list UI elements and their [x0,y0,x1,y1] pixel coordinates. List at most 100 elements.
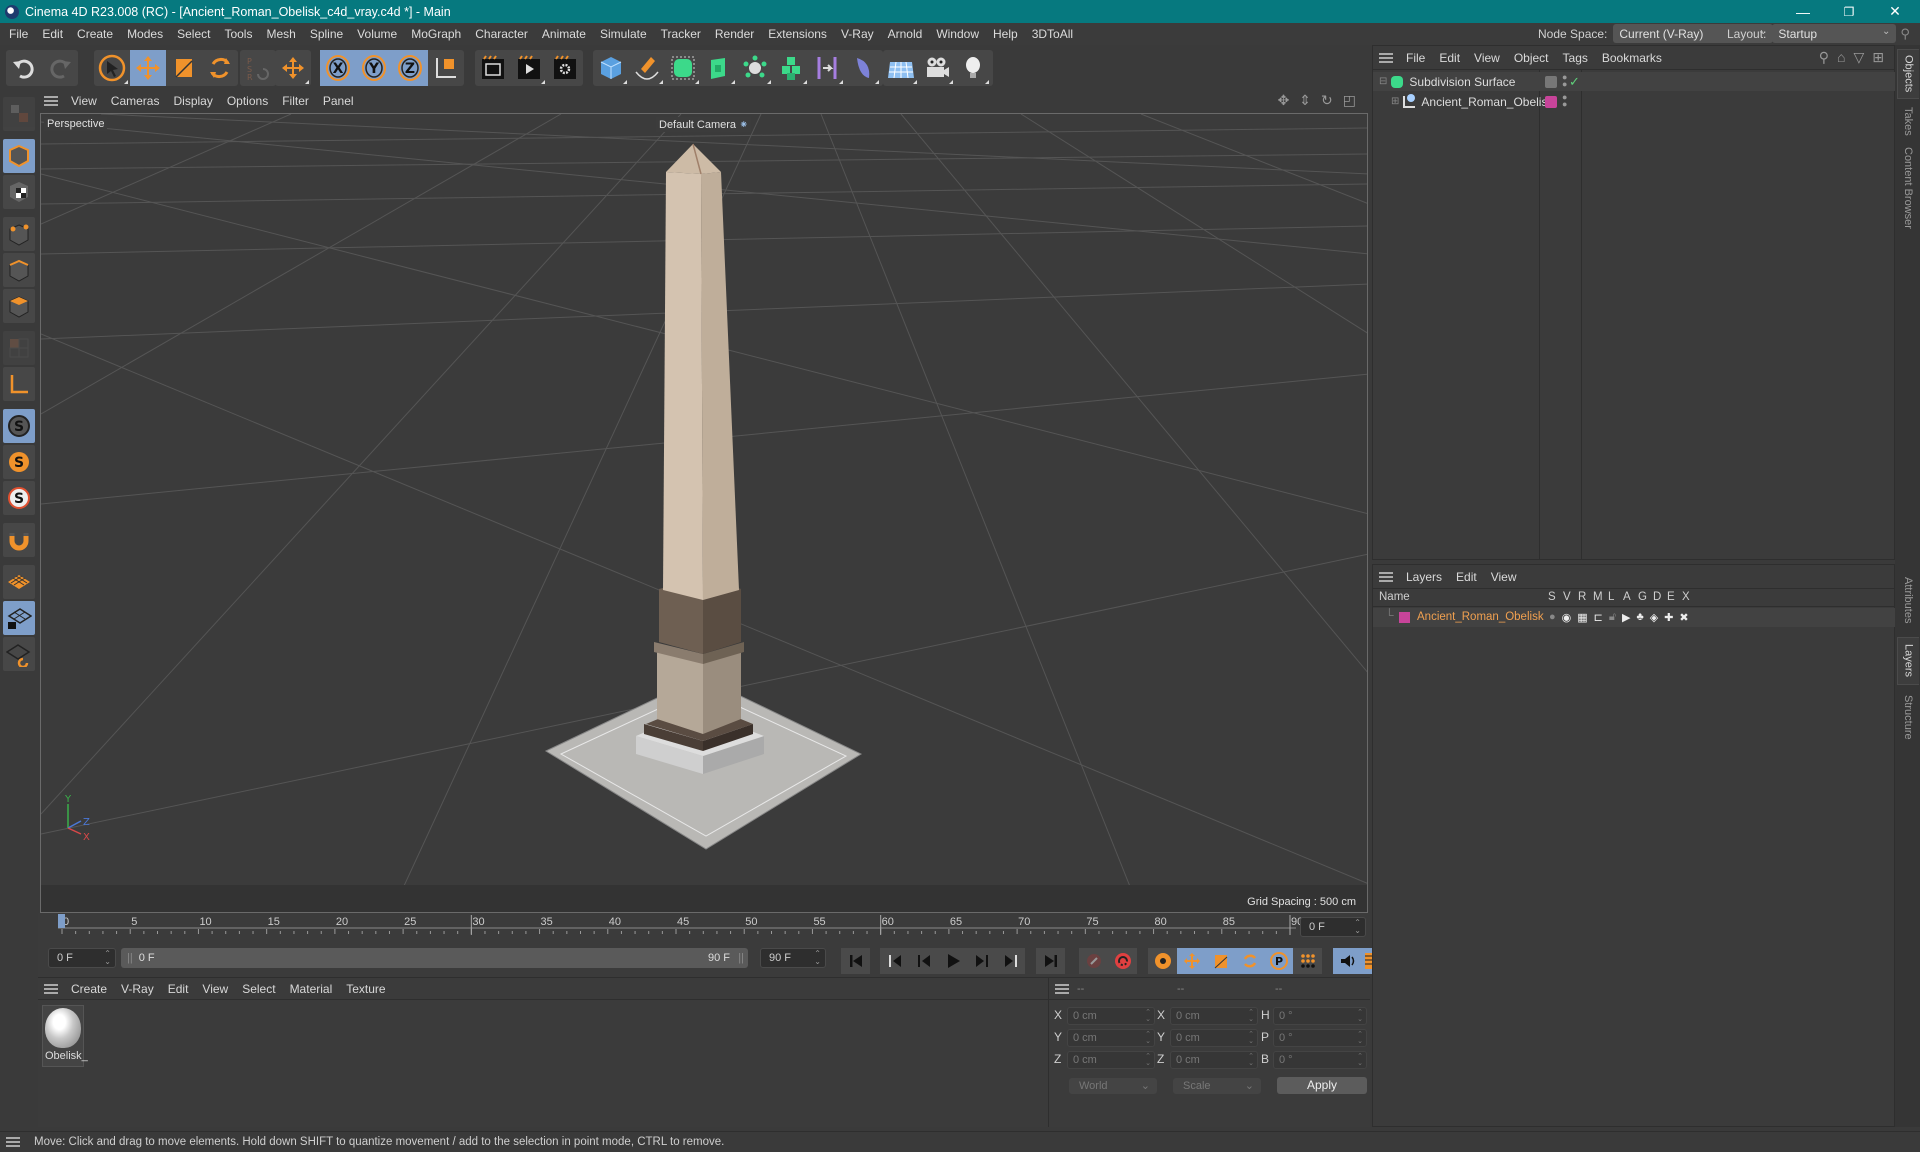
align-workplane-button[interactable] [3,637,35,671]
select-tool-button[interactable] [94,50,130,86]
magnet-button[interactable] [3,523,35,557]
menu-character[interactable]: Character [468,27,535,41]
menu-help[interactable]: Help [986,27,1025,41]
layers-menu-edit[interactable]: Edit [1449,570,1484,584]
menu-simulate[interactable]: Simulate [593,27,654,41]
tab-content-browser[interactable]: Content Browser [1897,143,1919,233]
layout-dropdown[interactable]: Startup ⌄ [1772,24,1897,43]
pen-spline-button[interactable] [629,50,665,86]
key-rotation-button[interactable] [1235,948,1264,974]
y-axis-lock-button[interactable]: Y [356,50,392,86]
workplane-snap-button[interactable]: S [3,481,35,515]
viewport-menu-panel[interactable]: Panel [316,94,361,108]
viewport-menu-options[interactable]: Options [220,94,275,108]
layer-column-m[interactable]: M [1593,591,1603,603]
render-picture-viewer-button[interactable] [511,50,547,86]
move-tool-button[interactable] [130,50,166,86]
spinner-icon[interactable]: ⌃ ⌄ [1357,1053,1363,1067]
spinner-icon[interactable]: ⌃ ⌄ [1145,1031,1151,1045]
menu-render[interactable]: Render [708,27,761,41]
close-button[interactable]: ✕ [1872,0,1918,23]
next-frame-button[interactable] [967,948,996,974]
redo-button[interactable] [42,50,78,86]
min-frame-field[interactable]: 0 F ⌃ ⌄ [48,948,116,968]
tab-layers[interactable]: Layers [1897,637,1919,685]
position-field[interactable]: 0 cm ⌃ ⌄ [1067,1051,1155,1069]
render-settings-button[interactable] [547,50,583,86]
menu-select[interactable]: Select [170,27,217,41]
material-menu-icon[interactable] [44,983,58,994]
objects-menu-view[interactable]: View [1467,51,1507,65]
snap-settings-button[interactable]: S [3,445,35,479]
orbit-view-icon[interactable]: ↻ [1321,92,1333,109]
deformer-button[interactable] [845,50,881,86]
tab-objects[interactable]: Objects [1897,49,1919,99]
dolly-view-icon[interactable]: ⇕ [1299,92,1311,109]
material-menu-edit[interactable]: Edit [161,982,196,996]
layer-column-s[interactable]: S [1548,591,1556,603]
material-swatch[interactable]: Obelisk_ [42,1005,88,1067]
autokey-button[interactable] [1108,948,1137,974]
layer-column-a[interactable]: A [1623,591,1631,603]
recent-tool-button[interactable] [275,50,311,86]
locked-icon[interactable]: 🔓︎ [1609,611,1616,624]
expand-icon[interactable]: ⊞ [1391,96,1399,107]
generators-icon[interactable]: ♣ [1637,611,1644,624]
record-button[interactable] [1079,948,1108,974]
layer-column-r[interactable]: R [1578,591,1586,603]
frame-range-slider[interactable]: || 0 F 90 F || [121,948,748,968]
menu-v-ray[interactable]: V-Ray [834,27,881,41]
layer-row[interactable]: └ Ancient_Roman_Obelisk ● ◉ ▦ ⊏ 🔓︎ ▶ ♣ ◈… [1373,608,1895,627]
position-field[interactable]: 0 cm ⌃ ⌄ [1067,1029,1155,1047]
viewport-menu-display[interactable]: Display [166,94,219,108]
obelisk-model[interactable] [544,143,863,850]
visibility-dots-icon[interactable]: ● ● [1562,93,1567,109]
size-mode-dropdown[interactable]: Scale ⌄ [1173,1078,1261,1094]
floor-button[interactable] [883,50,919,86]
material-menu-material[interactable]: Material [283,982,340,996]
menu-file[interactable]: File [0,27,35,41]
expressions-icon[interactable]: ✚ [1664,611,1673,624]
material-menu-view[interactable]: View [195,982,235,996]
light-button[interactable] [955,50,991,86]
size-field[interactable]: 0 cm ⌃ ⌄ [1170,1007,1258,1025]
status-menu-icon[interactable] [6,1137,20,1147]
layer-column-e[interactable]: E [1667,591,1675,603]
menu-create[interactable]: Create [70,27,120,41]
cube-button[interactable] [593,50,629,86]
current-frame-field[interactable]: 0 F ⌃ ⌄ [1300,917,1366,937]
z-axis-lock-button[interactable]: Z [392,50,428,86]
key-position-button[interactable] [1177,948,1206,974]
menu-edit[interactable]: Edit [35,27,70,41]
layer-name[interactable]: Ancient_Roman_Obelisk [1417,611,1544,623]
viewport-menu-view[interactable]: View [64,94,104,108]
camera-name-label[interactable]: Default Camera ⁕ [656,117,752,132]
tab-attributes[interactable]: Attributes [1897,565,1919,635]
points-mode-button[interactable] [3,217,35,251]
layers-menu-icon[interactable] [1379,571,1393,582]
new-window-icon[interactable]: ⊞ [1872,49,1884,66]
spinner-icon[interactable]: ⌃ ⌄ [1357,1009,1363,1023]
menu-arnold[interactable]: Arnold [881,27,930,41]
size-field[interactable]: 0 cm ⌃ ⌄ [1170,1051,1258,1069]
viewport-menu-filter[interactable]: Filter [275,94,316,108]
toggle-layout-icon[interactable]: ◰ [1343,92,1356,109]
symmetry-button[interactable] [809,50,845,86]
undo-button[interactable] [6,50,42,86]
key-pla-button[interactable] [1293,948,1322,974]
timeline-ruler[interactable]: 0 5 10 15 20 25 30 35 40 45 50 55 60 65 70 75 80 85 90 0 F… [38,913,1370,941]
rotation-field[interactable]: 0 ° ⌃ ⌄ [1273,1007,1367,1025]
home-icon[interactable]: ⌂ [1837,49,1845,66]
restore-button[interactable]: ❐ [1826,0,1872,23]
max-frame-field[interactable]: 90 F ⌃ ⌄ [760,948,826,968]
objects-menu-object[interactable]: Object [1507,51,1556,65]
goto-end-button[interactable] [1036,948,1065,974]
layers-menu-view[interactable]: View [1484,570,1524,584]
rotation-field[interactable]: 0 ° ⌃ ⌄ [1273,1029,1367,1047]
workplane-button[interactable] [3,565,35,599]
menu-spline[interactable]: Spline [303,27,350,41]
viewport-menu-icon[interactable] [44,96,58,106]
spinner-icon[interactable]: ⌃ ⌄ [1248,1009,1254,1023]
menu-volume[interactable]: Volume [350,27,404,41]
coordinate-system-button[interactable] [428,50,464,86]
